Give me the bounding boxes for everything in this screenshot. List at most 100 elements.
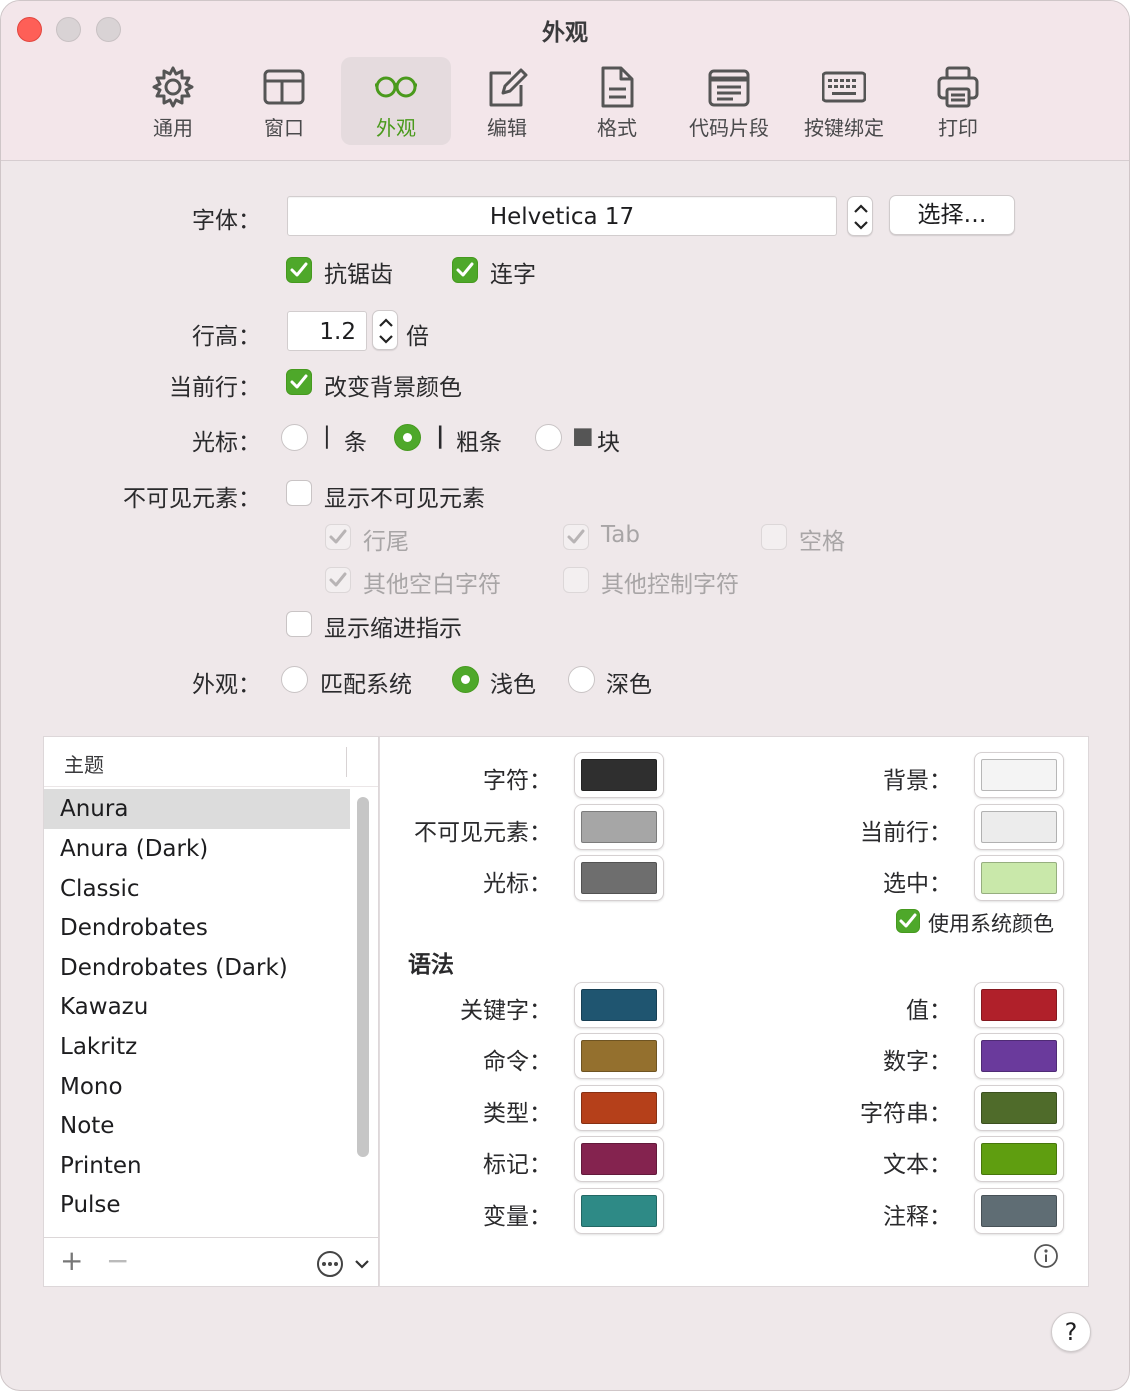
keyword-color-well[interactable] — [574, 982, 664, 1028]
line-height-label: 行高： — [192, 324, 261, 350]
markup-color-well[interactable] — [574, 1136, 664, 1182]
line-end-checkbox[interactable] — [325, 524, 351, 550]
cursor-bar-radio[interactable] — [281, 424, 308, 451]
theme-list-header: 主题 — [44, 737, 378, 787]
other-whitespace-checkbox[interactable] — [325, 567, 351, 593]
background-color-well[interactable] — [974, 752, 1064, 798]
help-button[interactable]: ? — [1051, 1312, 1091, 1352]
ligatures-checkbox[interactable] — [452, 257, 478, 283]
tab-format-label: 格式 — [597, 116, 637, 140]
theme-item[interactable]: Mono — [44, 1067, 350, 1107]
theme-item[interactable]: Printen — [44, 1146, 350, 1186]
theme-item[interactable]: Dendrobates — [44, 908, 350, 948]
appearance-label: 外观： — [192, 672, 261, 698]
other-control-checkbox[interactable] — [563, 567, 589, 593]
theme-colors-panel: 字符： 不可见元素： 光标： 背景： 当前行： 选中： 使用系统颜色 语法 关键… — [379, 736, 1089, 1287]
add-theme-button[interactable]: + — [60, 1244, 83, 1277]
string-color-label: 字符串： — [860, 1101, 952, 1127]
theme-item[interactable]: Kawazu — [44, 987, 350, 1027]
command-color-well[interactable] — [574, 1033, 664, 1079]
cursor-color-label: 光标： — [483, 871, 552, 897]
cursor-block-radio[interactable] — [535, 424, 562, 451]
theme-item[interactable]: Note — [44, 1106, 350, 1146]
theme-item[interactable]: Dendrobates (Dark) — [44, 948, 350, 988]
tab-appearance[interactable]: 外观 — [341, 57, 451, 145]
line-height-field[interactable]: 1.2 — [287, 311, 367, 351]
tab-general-label: 通用 — [153, 116, 193, 140]
theme-item[interactable]: Classic — [44, 869, 350, 909]
appearance-light-radio[interactable] — [452, 666, 479, 693]
number-color-label: 数字： — [883, 1049, 952, 1075]
space-checkbox[interactable] — [761, 524, 787, 550]
text-syntax-color-well[interactable] — [974, 1136, 1064, 1182]
tab-char-checkbox[interactable] — [563, 524, 589, 550]
theme-item[interactable]: Lakritz — [44, 1027, 350, 1067]
printer-icon — [937, 66, 979, 108]
value-color-well[interactable] — [974, 982, 1064, 1028]
line-height-unit: 倍 — [406, 324, 429, 350]
tab-char-label: Tab — [601, 522, 640, 548]
text-color-well[interactable] — [574, 752, 664, 798]
cursor-color-well[interactable] — [574, 855, 664, 901]
cursor-thick-bar-radio[interactable] — [394, 424, 421, 451]
tab-keybindings[interactable]: 按键绑定 — [789, 57, 899, 145]
column-divider — [346, 747, 347, 777]
toolbar: 外观 通用 窗口 外观 编辑 格式 代码片段 按键绑定 打印 — [1, 1, 1129, 161]
show-invisibles-label: 显示不可见元素 — [324, 486, 485, 512]
remove-theme-button[interactable]: − — [106, 1244, 129, 1277]
font-size-stepper[interactable] — [847, 196, 873, 236]
tab-edit[interactable]: 编辑 — [452, 57, 562, 145]
tab-print[interactable]: 打印 — [903, 57, 1013, 145]
space-label: 空格 — [799, 529, 845, 555]
string-color-well[interactable] — [974, 1085, 1064, 1131]
comment-color-well[interactable] — [974, 1188, 1064, 1234]
variable-color-well[interactable] — [574, 1188, 664, 1234]
indent-guides-checkbox[interactable] — [286, 611, 312, 637]
theme-item[interactable]: Anura (Dark) — [44, 829, 350, 869]
type-color-well[interactable] — [574, 1085, 664, 1131]
info-icon[interactable] — [1033, 1243, 1059, 1269]
tab-general[interactable]: 通用 — [118, 57, 228, 145]
keyboard-icon — [822, 71, 866, 103]
type-color-label: 类型： — [483, 1101, 552, 1127]
more-options-icon[interactable] — [316, 1250, 344, 1278]
appearance-system-radio[interactable] — [281, 666, 308, 693]
tab-window[interactable]: 窗口 — [229, 57, 339, 145]
invisibles-label: 不可见元素： — [123, 486, 261, 512]
snippet-icon — [708, 69, 750, 107]
number-color-well[interactable] — [974, 1033, 1064, 1079]
appearance-dark-radio[interactable] — [568, 666, 595, 693]
tab-format[interactable]: 格式 — [562, 57, 672, 145]
theme-list: Anura Anura (Dark) Classic Dendrobates D… — [44, 789, 350, 1237]
invisibles-color-well[interactable] — [574, 804, 664, 850]
use-system-color-checkbox[interactable] — [896, 909, 920, 933]
cursor-block-glyph: ■ — [572, 423, 594, 449]
window-layout-icon — [263, 69, 305, 105]
cursor-label: 光标： — [192, 430, 261, 456]
markup-color-label: 标记： — [483, 1152, 552, 1178]
tab-snippets[interactable]: 代码片段 — [674, 57, 784, 145]
pencil-square-icon — [489, 68, 528, 107]
theme-item[interactable]: Anura — [44, 789, 350, 829]
appearance-light-label: 浅色 — [490, 672, 536, 698]
ligatures-label: 连字 — [490, 262, 536, 288]
theme-item[interactable]: Pulse — [44, 1185, 350, 1225]
tab-keybindings-label: 按键绑定 — [804, 116, 884, 140]
chevron-down-icon[interactable] — [354, 1258, 370, 1270]
gear-icon — [152, 66, 194, 108]
current-line-color-well[interactable] — [974, 804, 1064, 850]
font-display-field[interactable]: Helvetica 17 — [287, 196, 837, 236]
show-invisibles-checkbox[interactable] — [286, 480, 312, 506]
cursor-block-label: 块 — [597, 430, 620, 456]
current-line-option: 改变背景颜色 — [324, 375, 462, 401]
current-line-color-label: 当前行： — [860, 820, 952, 846]
invisibles-color-label: 不可见元素： — [414, 820, 552, 846]
antialias-checkbox[interactable] — [286, 257, 312, 283]
tab-print-label: 打印 — [938, 116, 978, 140]
current-line-checkbox[interactable] — [286, 369, 312, 395]
selection-color-well[interactable] — [974, 855, 1064, 901]
choose-font-button[interactable]: 选择… — [889, 195, 1015, 235]
line-height-stepper[interactable] — [372, 310, 398, 350]
theme-list-scrollbar[interactable] — [357, 797, 369, 1157]
variable-color-label: 变量： — [483, 1204, 552, 1230]
